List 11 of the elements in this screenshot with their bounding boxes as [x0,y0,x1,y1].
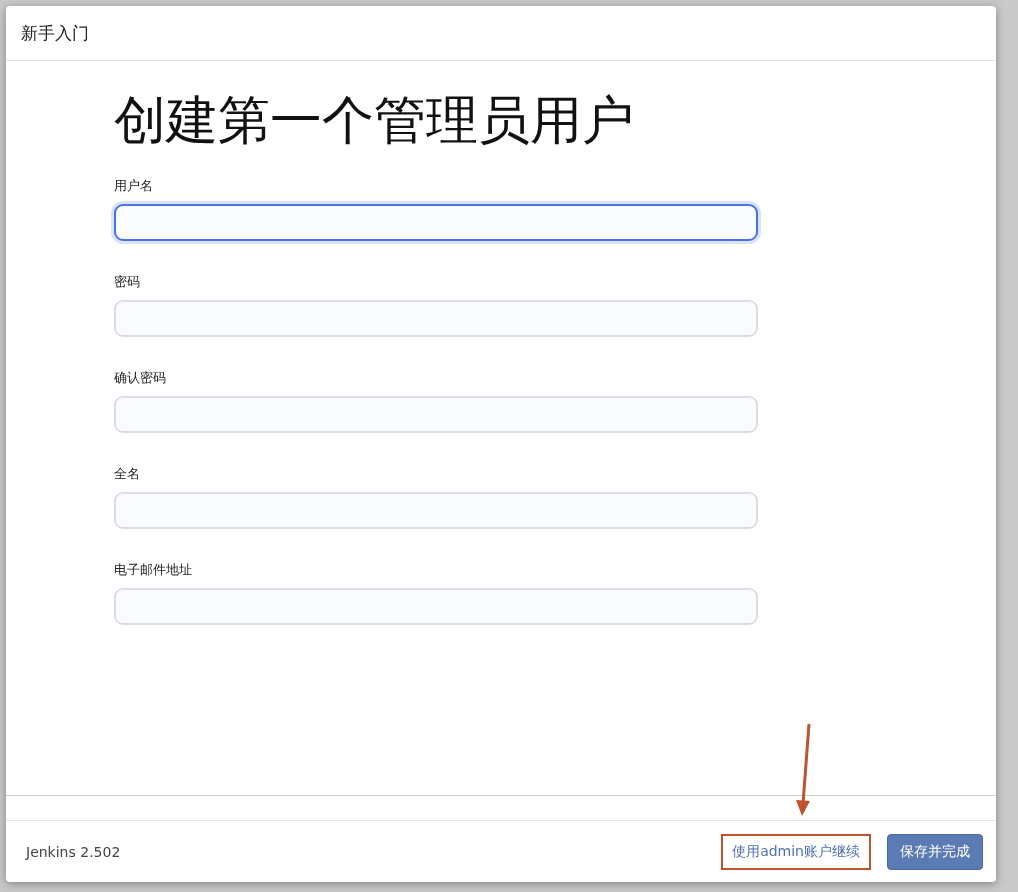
dialog-title: 新手入门 [21,21,89,45]
page-heading: 创建第一个管理员用户 [114,91,635,151]
field-label: 电子邮件地址 [114,560,193,579]
field-label: 用户名 [114,176,154,195]
input-field[interactable] [114,203,758,241]
field-label: 密码 [114,272,141,291]
continue-link[interactable]: 使用admin账户继续 [721,833,871,870]
version-label: Jenkins 2.502 [26,843,121,860]
save-button[interactable]: 保存并完成 [887,833,983,870]
field-label: 全名 [114,464,141,483]
field-label: 确认密码 [114,368,167,387]
